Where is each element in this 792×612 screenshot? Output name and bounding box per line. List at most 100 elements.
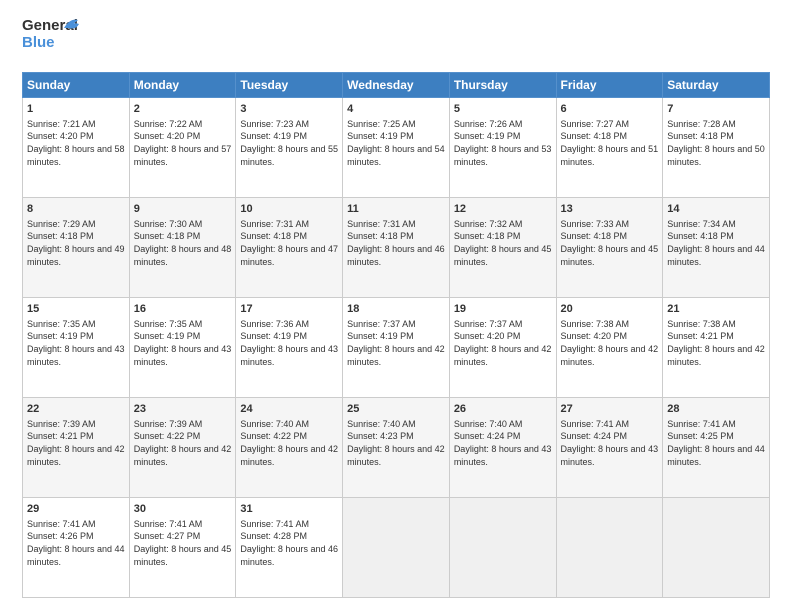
calendar-cell: 18Sunrise: 7:37 AMSunset: 4:19 PMDayligh… [343,298,450,398]
calendar-cell: 6Sunrise: 7:27 AMSunset: 4:18 PMDaylight… [556,98,663,198]
calendar-cell: 11Sunrise: 7:31 AMSunset: 4:18 PMDayligh… [343,198,450,298]
day-info: Sunrise: 7:41 AMSunset: 4:28 PMDaylight:… [240,518,338,568]
calendar-cell: 13Sunrise: 7:33 AMSunset: 4:18 PMDayligh… [556,198,663,298]
calendar-cell: 22Sunrise: 7:39 AMSunset: 4:21 PMDayligh… [23,398,130,498]
day-info: Sunrise: 7:41 AMSunset: 4:26 PMDaylight:… [27,518,125,568]
day-info: Sunrise: 7:35 AMSunset: 4:19 PMDaylight:… [134,318,232,368]
calendar-cell: 14Sunrise: 7:34 AMSunset: 4:18 PMDayligh… [663,198,770,298]
logo: General Blue [22,18,74,64]
calendar-cell: 25Sunrise: 7:40 AMSunset: 4:23 PMDayligh… [343,398,450,498]
day-info: Sunrise: 7:28 AMSunset: 4:18 PMDaylight:… [667,118,765,168]
day-number: 6 [561,102,659,117]
day-number: 31 [240,502,338,517]
day-info: Sunrise: 7:34 AMSunset: 4:18 PMDaylight:… [667,218,765,268]
calendar-cell: 3Sunrise: 7:23 AMSunset: 4:19 PMDaylight… [236,98,343,198]
day-number: 13 [561,202,659,217]
calendar-cell: 8Sunrise: 7:29 AMSunset: 4:18 PMDaylight… [23,198,130,298]
day-number: 5 [454,102,552,117]
weekday-header-sunday: Sunday [23,73,130,98]
day-info: Sunrise: 7:22 AMSunset: 4:20 PMDaylight:… [134,118,232,168]
day-info: Sunrise: 7:41 AMSunset: 4:25 PMDaylight:… [667,418,765,468]
weekday-header-thursday: Thursday [449,73,556,98]
calendar-cell: 15Sunrise: 7:35 AMSunset: 4:19 PMDayligh… [23,298,130,398]
day-info: Sunrise: 7:31 AMSunset: 4:18 PMDaylight:… [240,218,338,268]
day-number: 1 [27,102,125,117]
day-number: 30 [134,502,232,517]
calendar-cell [449,498,556,598]
calendar-cell: 27Sunrise: 7:41 AMSunset: 4:24 PMDayligh… [556,398,663,498]
day-number: 19 [454,302,552,317]
day-info: Sunrise: 7:33 AMSunset: 4:18 PMDaylight:… [561,218,659,268]
day-number: 4 [347,102,445,117]
day-number: 17 [240,302,338,317]
day-info: Sunrise: 7:25 AMSunset: 4:19 PMDaylight:… [347,118,445,168]
page: General Blue SundayMondayTuesdayWednesda… [0,0,792,612]
calendar-cell: 9Sunrise: 7:30 AMSunset: 4:18 PMDaylight… [129,198,236,298]
day-info: Sunrise: 7:40 AMSunset: 4:23 PMDaylight:… [347,418,445,468]
calendar-cell [663,498,770,598]
calendar-cell: 29Sunrise: 7:41 AMSunset: 4:26 PMDayligh… [23,498,130,598]
calendar-cell: 19Sunrise: 7:37 AMSunset: 4:20 PMDayligh… [449,298,556,398]
calendar-cell: 1Sunrise: 7:21 AMSunset: 4:20 PMDaylight… [23,98,130,198]
calendar-cell: 17Sunrise: 7:36 AMSunset: 4:19 PMDayligh… [236,298,343,398]
calendar-cell: 10Sunrise: 7:31 AMSunset: 4:18 PMDayligh… [236,198,343,298]
weekday-header-tuesday: Tuesday [236,73,343,98]
day-number: 21 [667,302,765,317]
calendar-cell: 30Sunrise: 7:41 AMSunset: 4:27 PMDayligh… [129,498,236,598]
day-info: Sunrise: 7:40 AMSunset: 4:24 PMDaylight:… [454,418,552,468]
day-info: Sunrise: 7:26 AMSunset: 4:19 PMDaylight:… [454,118,552,168]
day-info: Sunrise: 7:38 AMSunset: 4:20 PMDaylight:… [561,318,659,368]
day-info: Sunrise: 7:40 AMSunset: 4:22 PMDaylight:… [240,418,338,468]
weekday-header-wednesday: Wednesday [343,73,450,98]
day-number: 29 [27,502,125,517]
day-info: Sunrise: 7:41 AMSunset: 4:27 PMDaylight:… [134,518,232,568]
day-info: Sunrise: 7:35 AMSunset: 4:19 PMDaylight:… [27,318,125,368]
calendar-cell: 24Sunrise: 7:40 AMSunset: 4:22 PMDayligh… [236,398,343,498]
calendar-cell: 31Sunrise: 7:41 AMSunset: 4:28 PMDayligh… [236,498,343,598]
day-number: 12 [454,202,552,217]
day-number: 7 [667,102,765,117]
day-info: Sunrise: 7:37 AMSunset: 4:20 PMDaylight:… [454,318,552,368]
day-number: 8 [27,202,125,217]
calendar-cell [343,498,450,598]
day-number: 16 [134,302,232,317]
day-info: Sunrise: 7:23 AMSunset: 4:19 PMDaylight:… [240,118,338,168]
header: General Blue [22,18,770,64]
day-number: 23 [134,402,232,417]
day-info: Sunrise: 7:29 AMSunset: 4:18 PMDaylight:… [27,218,125,268]
day-info: Sunrise: 7:36 AMSunset: 4:19 PMDaylight:… [240,318,338,368]
day-number: 28 [667,402,765,417]
weekday-header-friday: Friday [556,73,663,98]
day-info: Sunrise: 7:37 AMSunset: 4:19 PMDaylight:… [347,318,445,368]
day-number: 20 [561,302,659,317]
day-info: Sunrise: 7:32 AMSunset: 4:18 PMDaylight:… [454,218,552,268]
day-info: Sunrise: 7:31 AMSunset: 4:18 PMDaylight:… [347,218,445,268]
calendar-cell [556,498,663,598]
day-info: Sunrise: 7:27 AMSunset: 4:18 PMDaylight:… [561,118,659,168]
calendar-cell: 7Sunrise: 7:28 AMSunset: 4:18 PMDaylight… [663,98,770,198]
day-number: 25 [347,402,445,417]
day-number: 3 [240,102,338,117]
calendar-table: SundayMondayTuesdayWednesdayThursdayFrid… [22,72,770,598]
day-number: 11 [347,202,445,217]
day-info: Sunrise: 7:30 AMSunset: 4:18 PMDaylight:… [134,218,232,268]
day-number: 18 [347,302,445,317]
calendar-cell: 16Sunrise: 7:35 AMSunset: 4:19 PMDayligh… [129,298,236,398]
calendar-cell: 4Sunrise: 7:25 AMSunset: 4:19 PMDaylight… [343,98,450,198]
calendar-cell: 5Sunrise: 7:26 AMSunset: 4:19 PMDaylight… [449,98,556,198]
day-info: Sunrise: 7:39 AMSunset: 4:21 PMDaylight:… [27,418,125,468]
day-info: Sunrise: 7:21 AMSunset: 4:20 PMDaylight:… [27,118,125,168]
day-info: Sunrise: 7:39 AMSunset: 4:22 PMDaylight:… [134,418,232,468]
calendar-cell: 12Sunrise: 7:32 AMSunset: 4:18 PMDayligh… [449,198,556,298]
bird-icon [54,16,82,38]
day-number: 22 [27,402,125,417]
calendar-cell: 23Sunrise: 7:39 AMSunset: 4:22 PMDayligh… [129,398,236,498]
day-info: Sunrise: 7:38 AMSunset: 4:21 PMDaylight:… [667,318,765,368]
calendar-cell: 26Sunrise: 7:40 AMSunset: 4:24 PMDayligh… [449,398,556,498]
day-number: 26 [454,402,552,417]
weekday-header-saturday: Saturday [663,73,770,98]
day-number: 24 [240,402,338,417]
day-number: 14 [667,202,765,217]
calendar-cell: 28Sunrise: 7:41 AMSunset: 4:25 PMDayligh… [663,398,770,498]
day-number: 27 [561,402,659,417]
